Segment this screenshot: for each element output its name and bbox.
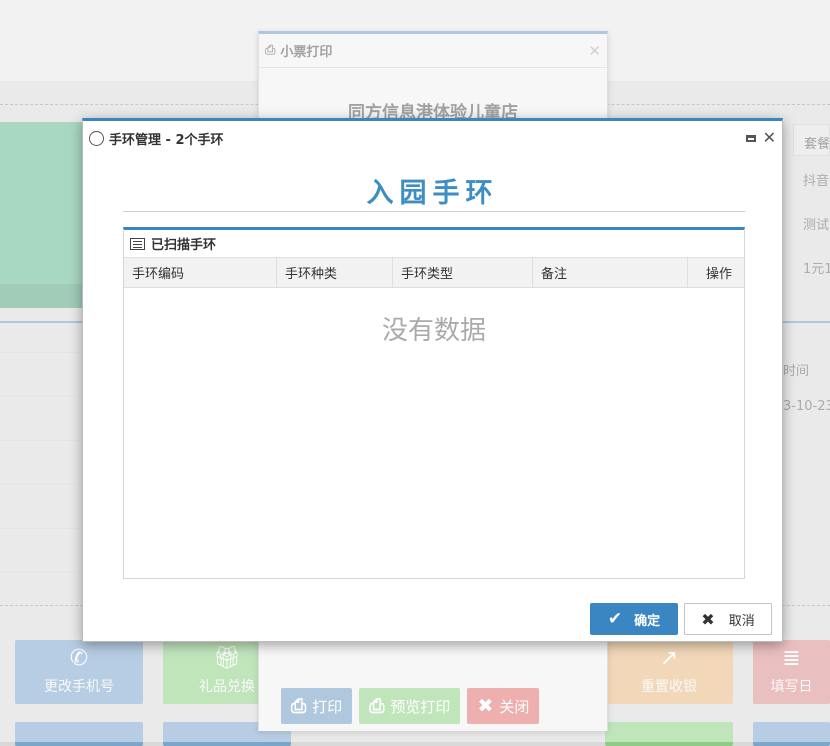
- dialog-title: 手环管理 - 2个手环: [109, 132, 224, 148]
- table-header: 手环编码 手环种类 手环类型 备注 操作: [124, 257, 744, 288]
- close-icon: ✖: [701, 609, 715, 629]
- empty-state-text: 没有数据: [381, 316, 486, 346]
- maximize-icon[interactable]: [745, 134, 756, 142]
- dialog-heading: 入园手环: [366, 178, 499, 209]
- check-icon: ✔: [607, 609, 623, 629]
- confirm-label: 确定: [634, 613, 661, 629]
- dialog-footer: ✔ 确定 ✖ 取消: [590, 603, 772, 635]
- panel-header: 已扫描手环: [124, 230, 744, 257]
- column-header-remark[interactable]: 备注: [533, 258, 688, 287]
- column-header-code[interactable]: 手环编码: [124, 258, 277, 287]
- close-icon[interactable]: ✕: [763, 130, 776, 146]
- wristband-dialog: 手环管理 - 2个手环 ✕ 入园手环 已扫描手环 手环编码 手环种类 手环类型 …: [82, 118, 783, 642]
- cancel-button[interactable]: ✖ 取消: [684, 603, 772, 635]
- cancel-label: 取消: [728, 613, 755, 629]
- window-controls: ✕: [745, 130, 776, 146]
- column-header-action[interactable]: 操作: [688, 258, 744, 287]
- gear-icon: [89, 130, 104, 146]
- panel-title: 已扫描手环: [151, 238, 217, 253]
- scanned-wristbands-panel: 已扫描手环 手环编码 手环种类 手环类型 备注 操作 没有数据: [123, 227, 745, 579]
- dialog-header: 手环管理 - 2个手环 ✕: [83, 121, 782, 155]
- list-icon: [130, 237, 145, 250]
- divider: [123, 211, 745, 212]
- column-header-type[interactable]: 手环类型: [393, 258, 533, 287]
- column-header-kind[interactable]: 手环种类: [277, 258, 393, 287]
- confirm-button[interactable]: ✔ 确定: [590, 603, 678, 635]
